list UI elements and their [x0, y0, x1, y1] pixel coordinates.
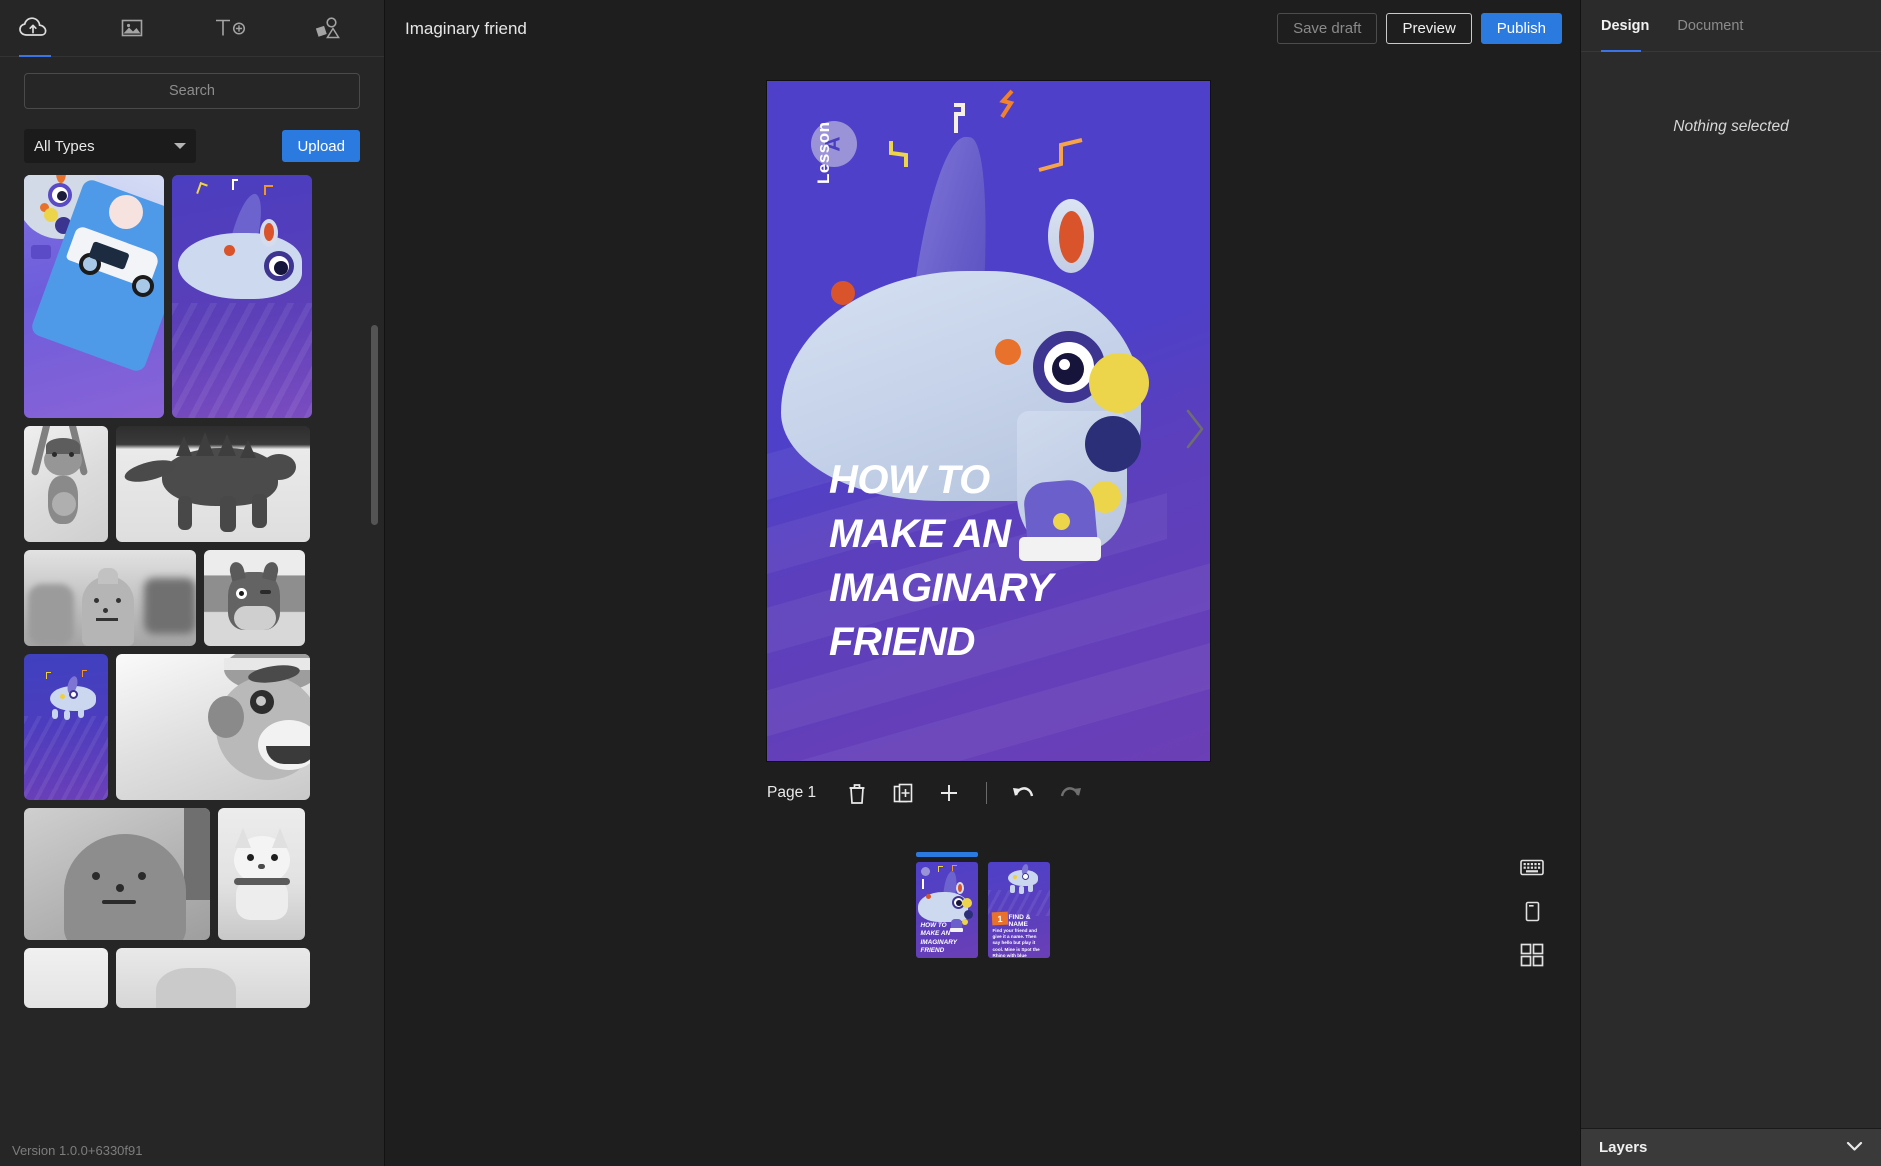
- page-thumb-body: Find your friend and give it a name. The…: [993, 928, 1043, 958]
- rhino-ear-inner: [1059, 211, 1084, 263]
- properties-tabs: Design Document: [1581, 0, 1881, 52]
- media-item-wooden-monkey-photo[interactable]: [24, 426, 108, 542]
- active-tab-underline: [1601, 50, 1641, 52]
- grid-view-icon[interactable]: [1519, 942, 1545, 968]
- page-thumb-step-title: FIND & NAME: [1009, 914, 1050, 928]
- page-thumbnail-2[interactable]: 1 FIND & NAME Find your friend and give …: [988, 862, 1050, 958]
- version-label: Version 1.0.0+6330f91: [12, 1143, 142, 1158]
- keyboard-shortcuts-icon[interactable]: [1519, 854, 1545, 880]
- undo-button[interactable]: [1011, 780, 1037, 806]
- layers-label: Layers: [1599, 1139, 1647, 1156]
- lesson-label: Lesson: [814, 121, 834, 184]
- toolbar-divider: [986, 782, 987, 804]
- text-add-icon[interactable]: [206, 4, 254, 52]
- media-item-white-toy-photo[interactable]: [24, 948, 108, 1008]
- zigzag-white-icon: [951, 103, 973, 140]
- chevron-down-icon: [174, 143, 186, 149]
- rhino-spot-orange: [995, 339, 1021, 365]
- media-row: [24, 654, 360, 800]
- media-row: [24, 426, 360, 542]
- rhino-spot-red: [831, 281, 855, 305]
- slide-canvas[interactable]: A Lesson: [767, 81, 1210, 761]
- media-item-cat-plush-photo[interactable]: [218, 808, 305, 940]
- empty-selection-message: Nothing selected: [1581, 118, 1881, 136]
- media-item-stegosaurus-toy-photo[interactable]: [116, 426, 310, 542]
- rhino-spot-navy: [1085, 416, 1141, 472]
- media-item-totoro-toy-photo[interactable]: [204, 550, 305, 646]
- media-grid[interactable]: [0, 175, 384, 1166]
- slide-headline: HOW TO MAKE AN IMAGINARY FRIEND: [829, 453, 1053, 669]
- next-page-arrow[interactable]: [1175, 399, 1215, 459]
- type-filter-value: All Types: [34, 138, 95, 155]
- page-thumb-headline-line: HOW TO: [921, 922, 957, 930]
- media-item-car-illustration[interactable]: [24, 175, 164, 418]
- canvas-area: A Lesson: [385, 57, 1580, 1166]
- media-item-toy-figures-photo[interactable]: [24, 550, 196, 646]
- media-row: [24, 550, 360, 646]
- add-page-button[interactable]: [936, 780, 962, 806]
- search-container: [0, 57, 384, 109]
- page-thumbnail-1-wrap: HOW TO MAKE AN IMAGINARY FRIEND: [916, 862, 978, 958]
- page-thumb-headline-line: MAKE AN: [921, 930, 957, 938]
- page-toolbar: Page 1: [767, 773, 1083, 813]
- media-panel-toolbar: [0, 0, 384, 57]
- tab-document[interactable]: Document: [1677, 0, 1743, 52]
- search-input[interactable]: [24, 73, 360, 109]
- media-row: [24, 175, 360, 418]
- page-label: Page 1: [767, 784, 816, 802]
- media-row: [24, 948, 360, 1008]
- media-item-sock-monkey-photo[interactable]: [116, 654, 310, 800]
- media-item-rhino-purple-illustration[interactable]: [172, 175, 312, 418]
- delete-page-button[interactable]: [844, 780, 870, 806]
- layers-panel-header[interactable]: Layers: [1581, 1128, 1881, 1166]
- page-thumb-step-number: 1: [997, 913, 1003, 923]
- page-selected-indicator: [916, 852, 978, 857]
- duplicate-page-button[interactable]: [890, 780, 916, 806]
- tab-design[interactable]: Design: [1601, 0, 1649, 52]
- media-filter-row: All Types Upload: [0, 109, 384, 175]
- zigzag-yellow-icon: [889, 139, 923, 174]
- media-scrollbar-thumb[interactable]: [371, 325, 378, 525]
- preview-button[interactable]: Preview: [1386, 13, 1471, 44]
- rhino-pupil: [1052, 353, 1084, 385]
- page-thumbnail-strip: HOW TO MAKE AN IMAGINARY FRIEND: [385, 862, 1580, 958]
- page-thumb-headline-line: IMAGINARY: [921, 939, 957, 947]
- upload-cloud-icon[interactable]: [10, 4, 58, 52]
- rhino-shoe-dot: [1053, 513, 1070, 530]
- zigzag-orange-icon: [1037, 136, 1085, 179]
- type-filter-select[interactable]: All Types: [24, 129, 196, 163]
- headline-line: FRIEND: [829, 615, 1053, 669]
- headline-line: HOW TO: [829, 453, 1053, 507]
- rhino-spot-yellow-large: [1089, 353, 1149, 413]
- page-thumb-headline-line: FRIEND: [921, 947, 957, 955]
- header-actions: Save draft Preview Publish: [1277, 13, 1562, 44]
- publish-button[interactable]: Publish: [1481, 13, 1562, 44]
- shapes-icon[interactable]: [304, 4, 352, 52]
- media-item-rhino-small-illustration[interactable]: [24, 654, 108, 800]
- editor-main: Imaginary friend Save draft Preview Publ…: [385, 0, 1580, 1166]
- active-tool-underline: [19, 55, 51, 57]
- rhino-pupil-glint: [1059, 359, 1070, 370]
- headline-line: IMAGINARY: [829, 561, 1053, 615]
- document-title[interactable]: Imaginary friend: [405, 19, 527, 39]
- image-icon[interactable]: [108, 4, 156, 52]
- editor-header: Imaginary friend Save draft Preview Publ…: [385, 0, 1580, 57]
- save-draft-button[interactable]: Save draft: [1277, 13, 1377, 44]
- headline-line: MAKE AN: [829, 507, 1053, 561]
- lightning-orange-icon: [999, 89, 1017, 126]
- redo-button[interactable]: [1057, 780, 1083, 806]
- view-controls: [1519, 854, 1545, 968]
- chevron-down-icon: [1846, 1139, 1863, 1157]
- page-thumbnail-1[interactable]: HOW TO MAKE AN IMAGINARY FRIEND: [916, 862, 978, 958]
- properties-panel: Design Document Nothing selected Layers: [1580, 0, 1881, 1166]
- media-item-plush-blob-photo[interactable]: [24, 808, 210, 940]
- app-root: All Types Upload: [0, 0, 1881, 1166]
- mobile-preview-icon[interactable]: [1519, 898, 1545, 924]
- page-thumbnail-2-wrap: 1 FIND & NAME Find your friend and give …: [988, 862, 1050, 958]
- media-panel: All Types Upload: [0, 0, 385, 1166]
- media-row: [24, 808, 360, 940]
- media-item-light-toy-photo[interactable]: [116, 948, 310, 1008]
- upload-button[interactable]: Upload: [282, 130, 360, 162]
